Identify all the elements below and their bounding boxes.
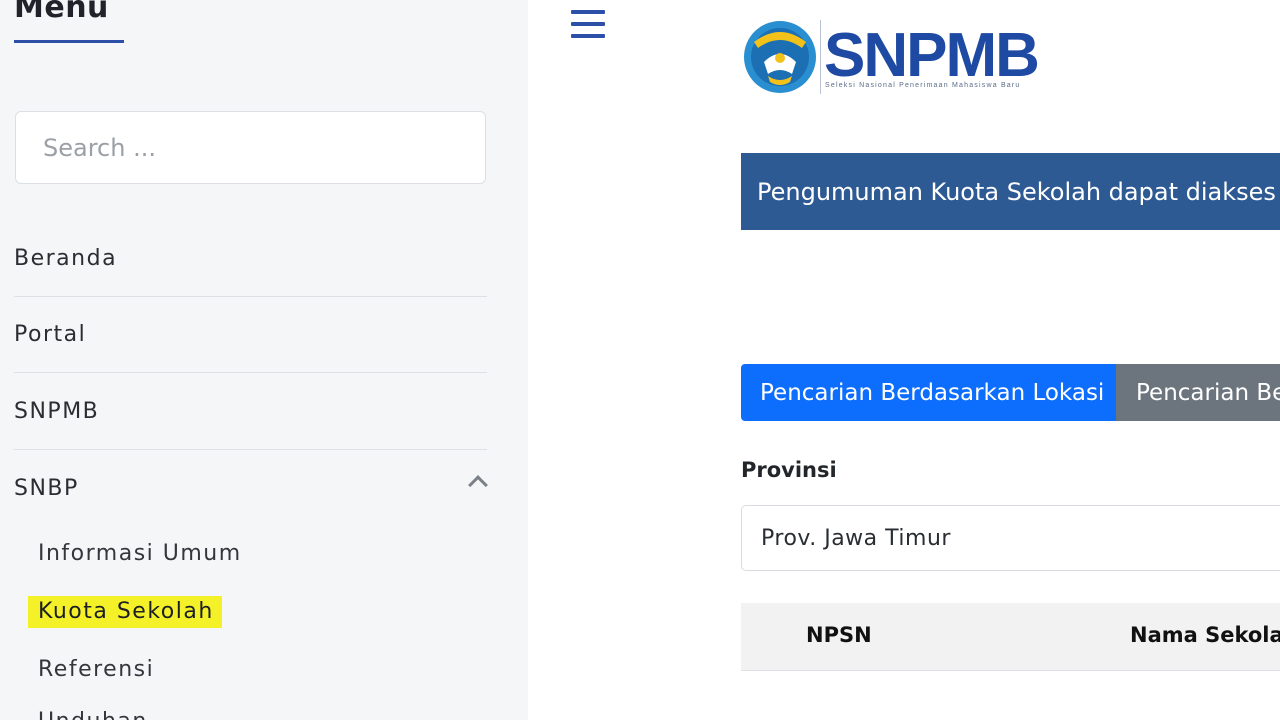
hamburger-icon[interactable]: [571, 10, 605, 38]
search-input[interactable]: [15, 111, 486, 184]
tab-label: Pencarian Berdasarkan Lokasi: [760, 379, 1105, 406]
sidebar-item-beranda[interactable]: Beranda: [14, 221, 487, 297]
sidebar: Menu Beranda Portal SNPMB SNBP Informasi…: [0, 0, 528, 720]
logo-subtitle: Seleksi Nasional Penerimaan Mahasiswa Ba…: [825, 82, 1021, 89]
column-header-nama-sekolah: Nama Sekolah: [1130, 623, 1280, 647]
sidebar-item-label: SNBP: [14, 475, 79, 501]
sidebar-item-snbp[interactable]: SNBP: [14, 450, 488, 526]
submenu-item-label: Informasi Umum: [38, 541, 242, 566]
submenu-item-label: Referensi: [38, 657, 155, 682]
submenu-item-informasi-umum[interactable]: Informasi Umum: [38, 541, 242, 566]
logo-divider: [820, 20, 821, 94]
logo-wordmark: SNPMB: [824, 21, 1040, 90]
submenu-item-referensi[interactable]: Referensi: [38, 657, 154, 682]
announcement-banner: Pengumuman Kuota Sekolah dapat diakses: [741, 153, 1280, 230]
tut-wuri-handayani-emblem-icon: [744, 21, 816, 93]
snpmb-logo[interactable]: SNPMB Seleksi Nasional Penerimaan Mahasi…: [742, 18, 1052, 98]
submenu-item-unduhan[interactable]: Unduhan: [38, 709, 148, 720]
sidebar-item-label: Beranda: [14, 246, 118, 271]
submenu-item-label: Unduhan: [38, 709, 148, 720]
submenu-item-label-highlighted: Kuota Sekolah: [28, 596, 222, 628]
sidebar-item-snpmb[interactable]: SNPMB: [14, 374, 487, 450]
tab-label: Pencarian Be: [1136, 379, 1280, 406]
submenu-item-kuota-sekolah[interactable]: Kuota Sekolah: [28, 596, 222, 628]
province-select[interactable]: Prov. Jawa Timur: [741, 505, 1280, 571]
column-header-npsn: NPSN: [806, 623, 872, 647]
province-label: Provinsi: [741, 458, 837, 482]
chevron-up-icon[interactable]: [468, 475, 488, 495]
sidebar-item-label: SNPMB: [14, 399, 100, 424]
province-selected-value: Prov. Jawa Timur: [761, 525, 951, 551]
banner-text: Pengumuman Kuota Sekolah dapat diakses: [757, 177, 1276, 206]
tab-pencarian-lokasi[interactable]: Pencarian Berdasarkan Lokasi: [741, 364, 1116, 421]
menu-title: Menu: [14, 0, 109, 25]
sidebar-item-label: Portal: [14, 322, 87, 347]
menu-title-underline: [14, 40, 124, 43]
tab-pencarian-other[interactable]: Pencarian Be: [1116, 364, 1280, 421]
sidebar-item-portal[interactable]: Portal: [14, 297, 487, 373]
school-table-header: NPSN Nama Sekolah: [741, 603, 1280, 671]
